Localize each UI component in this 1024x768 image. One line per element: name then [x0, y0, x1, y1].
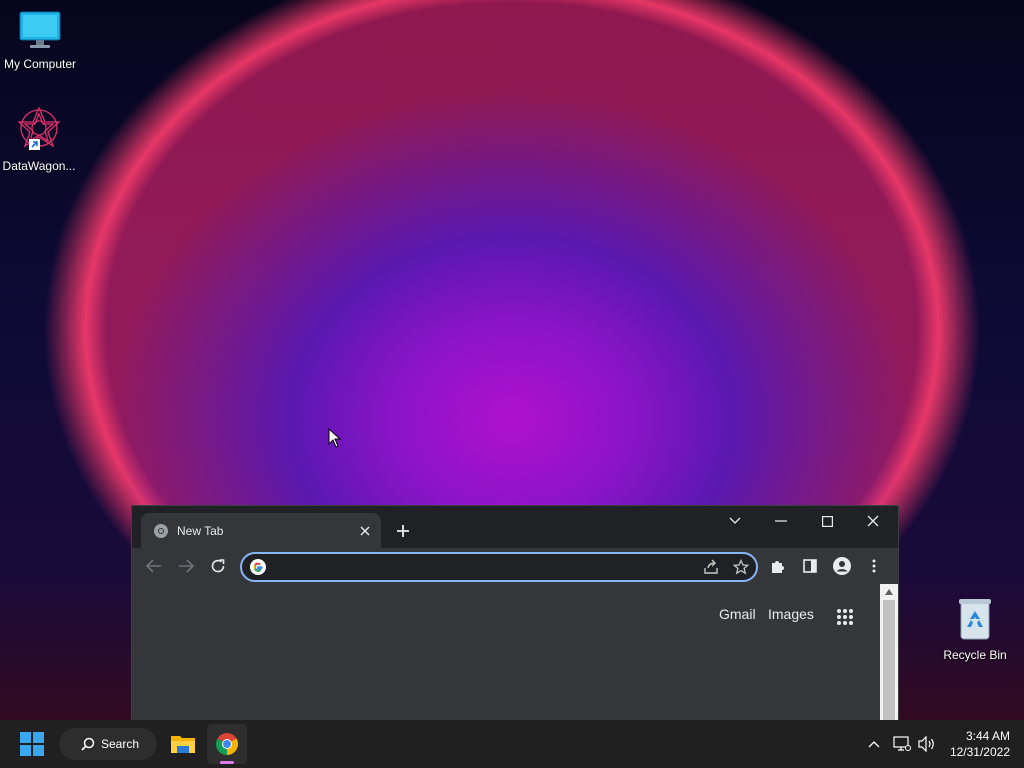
side-panel-icon: [803, 559, 817, 573]
gmail-link[interactable]: Gmail: [719, 606, 756, 622]
chrome-icon: [216, 733, 238, 755]
show-hidden-icons-button[interactable]: [864, 720, 884, 768]
forward-button[interactable]: [170, 550, 202, 582]
search-label: Search: [101, 737, 140, 751]
desktop-icon-datawagon[interactable]: DataWagon...: [0, 106, 79, 173]
tab-title: New Tab: [177, 523, 224, 538]
reload-button[interactable]: [202, 550, 234, 582]
arrow-right-icon: [179, 559, 194, 573]
windows-logo-icon: [20, 732, 44, 756]
google-g-icon: [250, 559, 266, 575]
datawagon-logo-icon: [17, 106, 61, 150]
minimize-icon: [775, 520, 787, 522]
taskbar-file-explorer[interactable]: [163, 724, 203, 764]
chrome-window: New Tab Gmail Images: [131, 505, 899, 722]
address-bar: [240, 552, 758, 582]
close-window-button[interactable]: [850, 506, 896, 536]
menu-button[interactable]: [858, 550, 890, 582]
close-icon: [360, 526, 370, 535]
desktop-icon-recycle-bin[interactable]: Recycle Bin: [935, 597, 1015, 662]
scroll-up-arrow-icon[interactable]: [885, 589, 893, 595]
recycle-bin-icon: [959, 599, 991, 640]
desktop-icon-label: Recycle Bin: [943, 648, 1007, 662]
chevron-down-icon: [729, 517, 741, 524]
tab-strip: New Tab: [132, 506, 898, 548]
bookmark-button[interactable]: [726, 559, 756, 575]
browser-toolbar: [132, 548, 898, 584]
page-content: Gmail Images: [132, 584, 880, 721]
taskbar-search-button[interactable]: Search: [59, 728, 157, 760]
new-tab-button[interactable]: [390, 518, 416, 544]
plus-icon: [397, 525, 409, 537]
close-icon: [867, 515, 879, 527]
chevron-up-icon: [868, 741, 880, 748]
back-button[interactable]: [138, 550, 170, 582]
desktop-icon-my-computer[interactable]: My Computer: [0, 10, 80, 71]
taskbar-clock[interactable]: 3:44 AM 12/31/2022: [950, 728, 1010, 760]
kebab-menu-icon: [872, 559, 876, 573]
network-icon: [893, 736, 911, 751]
chrome-tab-icon: [154, 523, 168, 538]
arrow-left-icon: [146, 559, 161, 573]
running-indicator: [220, 761, 234, 764]
desktop-icon-label: My Computer: [3, 57, 77, 71]
maximize-icon: [821, 515, 833, 527]
share-icon: [704, 559, 718, 574]
tab-search-button[interactable]: [712, 506, 758, 536]
taskbar-chrome[interactable]: [207, 724, 247, 764]
monitor-icon: [19, 11, 61, 48]
volume-button[interactable]: [916, 720, 938, 768]
side-panel-button[interactable]: [794, 550, 826, 582]
minimize-button[interactable]: [758, 506, 804, 536]
profile-button[interactable]: [826, 550, 858, 582]
clock-date: 12/31/2022: [949, 745, 1010, 759]
start-button[interactable]: [12, 724, 52, 764]
images-link[interactable]: Images: [768, 606, 814, 622]
scrollbar-thumb[interactable]: [883, 600, 895, 721]
tab-new-tab[interactable]: New Tab: [141, 513, 381, 548]
network-status-button[interactable]: [891, 720, 913, 768]
avatar-icon: [833, 557, 851, 575]
star-icon: [733, 559, 749, 575]
vertical-scrollbar[interactable]: [880, 584, 898, 721]
share-button[interactable]: [696, 559, 726, 575]
folder-icon: [171, 736, 195, 753]
maximize-button[interactable]: [804, 506, 850, 536]
puzzle-icon: [772, 561, 784, 573]
apps-grid-icon[interactable]: [836, 608, 854, 626]
search-icon: [81, 737, 95, 751]
speaker-icon: [918, 736, 934, 752]
mouse-cursor-icon: [328, 428, 342, 448]
address-input[interactable]: [272, 558, 696, 576]
taskbar: Search 3:44 AM 12/31/2022: [0, 720, 1024, 768]
reload-icon: [211, 559, 225, 573]
clock-time: 3:44 AM: [965, 729, 1010, 743]
desktop-icon-label: DataWagon...: [2, 159, 76, 173]
close-tab-button[interactable]: [353, 519, 377, 543]
extensions-button[interactable]: [762, 550, 794, 582]
